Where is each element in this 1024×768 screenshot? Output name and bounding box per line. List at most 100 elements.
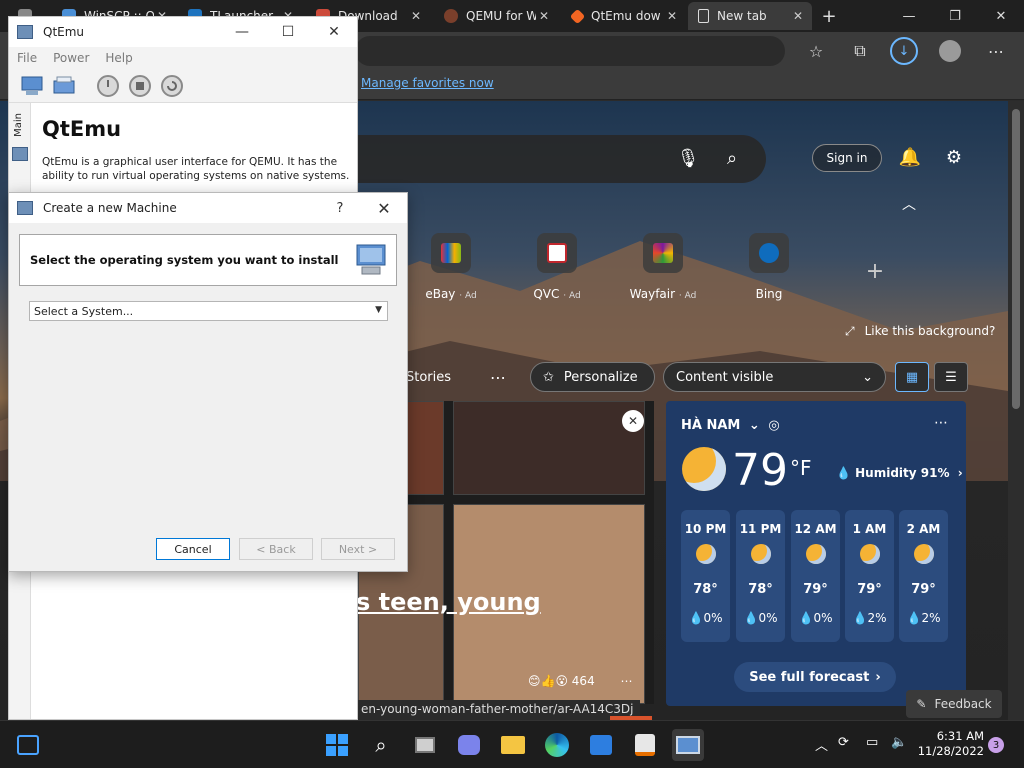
hourly-forecast-item[interactable]: 1 AM 79° 💧2% xyxy=(845,510,894,642)
display-icon[interactable]: ▭ xyxy=(866,735,878,750)
partly-cloudy-night-icon xyxy=(682,447,726,491)
back-button[interactable]: < Back xyxy=(239,538,313,560)
windows-taskbar: ⌕ ︿ ⟳ ▭ 🔈 6:31 AM 11/28/2022 3 xyxy=(0,720,1024,768)
feedback-button[interactable]: ✎ Feedback xyxy=(906,690,1002,718)
new-machine-button[interactable] xyxy=(19,74,45,98)
list-view-button[interactable]: ☰ xyxy=(934,362,968,392)
scrollbar-thumb[interactable] xyxy=(1012,109,1020,409)
qtemu-taskbar-icon[interactable] xyxy=(672,729,704,761)
operating-system-select[interactable]: Select a System... ▼ xyxy=(29,301,388,321)
weather-location: HÀ NAM xyxy=(681,418,741,433)
tab-close-icon[interactable]: ✕ xyxy=(408,9,424,23)
add-shortcut-icon[interactable]: + xyxy=(861,257,889,285)
tab-stories[interactable]: Stories xyxy=(406,362,451,392)
quick-link-bing[interactable]: Bing xyxy=(734,233,804,301)
like-background-link[interactable]: ⤢ Like this background? xyxy=(845,324,995,339)
hourly-forecast-item[interactable]: 11 PM 78° 💧0% xyxy=(736,510,785,642)
dialog-close-button[interactable]: ✕ xyxy=(361,193,407,223)
machine-icon[interactable] xyxy=(12,147,28,161)
qtemu-close-button[interactable]: ✕ xyxy=(311,17,357,47)
tab-close-icon[interactable]: ✕ xyxy=(790,9,806,23)
grid-view-button[interactable]: ▦ xyxy=(895,362,929,392)
close-icon[interactable]: ✕ xyxy=(622,410,644,432)
search-icon[interactable]: ⌕ xyxy=(718,144,746,172)
search-icon[interactable]: ⌕ xyxy=(365,729,397,761)
notification-badge[interactable]: 3 xyxy=(988,737,1004,753)
tab-new-tab[interactable]: New tab ✕ xyxy=(688,2,812,30)
start-button[interactable] xyxy=(321,729,353,761)
show-hidden-icons-chevron-icon[interactable]: ︿ xyxy=(815,735,828,754)
tab-close-icon[interactable]: ✕ xyxy=(536,9,552,23)
see-full-forecast-button[interactable]: See full forecast › xyxy=(734,662,896,692)
wayfair-icon xyxy=(643,233,683,273)
close-button[interactable]: ✕ xyxy=(978,0,1024,32)
java-icon[interactable] xyxy=(629,729,661,761)
create-machine-dialog: Create a new Machine ? ✕ Select the oper… xyxy=(8,192,408,572)
file-explorer-icon[interactable] xyxy=(497,729,529,761)
task-view-icon[interactable] xyxy=(409,729,441,761)
tab-qtemu-download[interactable]: QtEmu dow ✕ xyxy=(562,2,686,30)
add-machine-button[interactable] xyxy=(51,74,77,98)
wizard-header: Select the operating system you want to … xyxy=(19,234,397,286)
manage-favorites-link[interactable]: Manage favorites now xyxy=(361,76,494,90)
chevron-up-icon[interactable]: ︿ xyxy=(895,190,923,218)
page-scrollbar[interactable] xyxy=(1008,101,1024,720)
volume-icon[interactable]: 🔈 xyxy=(891,735,907,750)
microsoft-store-icon[interactable] xyxy=(585,729,617,761)
qtemu-minimize-button[interactable]: — xyxy=(219,17,265,47)
restore-button[interactable]: ❐ xyxy=(932,0,978,32)
menu-file[interactable]: File xyxy=(17,51,37,65)
address-bar[interactable] xyxy=(355,36,785,66)
qtemu-maximize-button[interactable]: ☐ xyxy=(265,17,311,47)
quick-link-wayfair[interactable]: Wayfair · Ad xyxy=(628,233,698,301)
weather-more-icon[interactable]: ⋯ xyxy=(934,415,948,431)
content-visibility-dropdown[interactable]: Content visible ⌄ xyxy=(663,362,886,392)
feed-more-icon[interactable]: ⋯ xyxy=(490,362,506,392)
computer-icon xyxy=(356,244,386,275)
humidity-label[interactable]: 💧 Humidity 91% › xyxy=(836,466,963,480)
sign-in-button[interactable]: Sign in xyxy=(812,144,882,172)
collections-icon[interactable]: ⧉ xyxy=(846,37,874,65)
globe-icon[interactable]: ◎ xyxy=(768,418,779,433)
cancel-button[interactable]: Cancel xyxy=(156,538,230,560)
minimize-button[interactable]: — xyxy=(886,0,932,32)
qvc-icon xyxy=(537,233,577,273)
favorites-star-icon[interactable]: ☆ xyxy=(802,37,830,65)
hourly-forecast-item[interactable]: 12 AM 79° 💧0% xyxy=(791,510,840,642)
next-button[interactable]: Next > xyxy=(321,538,395,560)
stop-machine-button[interactable] xyxy=(127,74,153,98)
side-tab-main[interactable]: Main xyxy=(13,113,24,137)
personalize-button[interactable]: ✩ Personalize xyxy=(530,362,655,392)
news-headline[interactable]: s teen, young xyxy=(356,588,541,616)
more-menu-icon[interactable]: ⋯ xyxy=(982,37,1010,65)
menu-help[interactable]: Help xyxy=(105,51,132,65)
profile-avatar[interactable] xyxy=(936,37,964,65)
chevron-down-icon[interactable]: ⌄ xyxy=(749,418,760,433)
start-machine-button[interactable] xyxy=(95,74,121,98)
card-more-icon[interactable]: ⋯ xyxy=(621,674,633,688)
reset-machine-button[interactable] xyxy=(159,74,185,98)
reactions-bar[interactable]: 😊👍😮 464 ⋯ xyxy=(528,674,633,688)
quick-link-qvc[interactable]: QVC · Ad xyxy=(522,233,592,301)
menu-power[interactable]: Power xyxy=(53,51,89,65)
edge-browser-icon[interactable] xyxy=(541,729,573,761)
hourly-forecast-item[interactable]: 10 PM 78° 💧0% xyxy=(681,510,730,642)
droplet-icon: 💧 xyxy=(743,611,759,625)
downloads-icon[interactable]: ↓ xyxy=(890,37,918,65)
new-tab-button[interactable]: + xyxy=(814,0,844,32)
qtemu-toolbar xyxy=(9,69,357,103)
teams-chat-icon[interactable] xyxy=(453,729,485,761)
help-button[interactable]: ? xyxy=(327,193,353,223)
hourly-forecast-item[interactable]: 2 AM 79° 💧2% xyxy=(899,510,948,642)
settings-gear-icon[interactable]: ⚙ xyxy=(940,143,968,171)
quick-link-ebay[interactable]: eBay · Ad xyxy=(416,233,486,301)
tab-qemu[interactable]: QEMU for W ✕ xyxy=(434,2,558,30)
tab-close-icon[interactable]: ✕ xyxy=(664,9,680,23)
web-search-box[interactable] xyxy=(358,135,766,183)
widgets-button[interactable] xyxy=(12,729,44,761)
microphone-icon[interactable]: 🎙 xyxy=(674,144,702,172)
network-icon[interactable]: ⟳ xyxy=(838,735,849,750)
system-clock[interactable]: 6:31 AM 11/28/2022 xyxy=(912,729,984,759)
notifications-bell-icon[interactable]: 🔔 xyxy=(896,143,924,171)
weather-card[interactable]: HÀ NAM ⌄ ◎ ⋯ 79 °F 💧 Humidity 91% › 10 P… xyxy=(666,401,966,706)
